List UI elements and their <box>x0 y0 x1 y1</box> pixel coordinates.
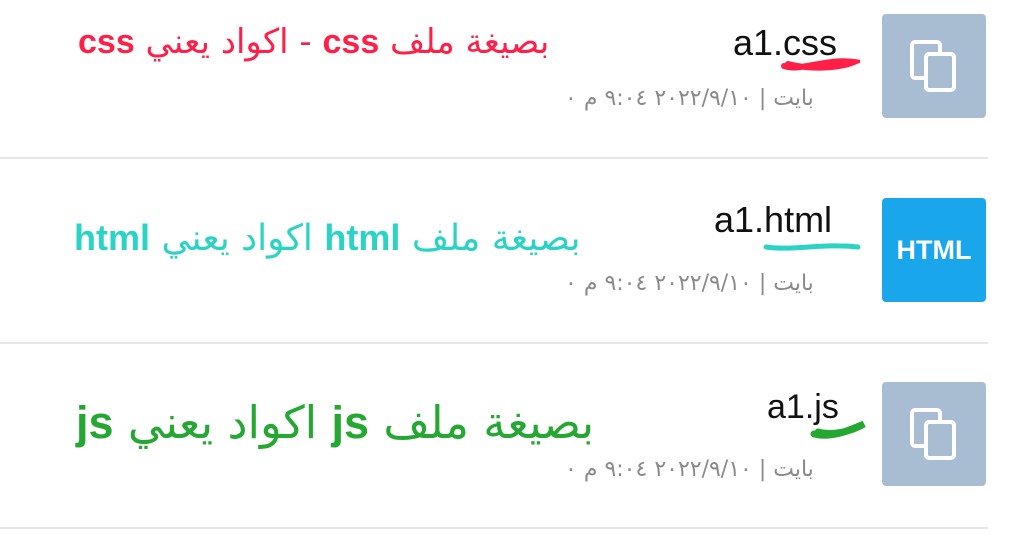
file-meta: ۰ بايت | ۲۰۲۲/۹/۱۰ ۹:۰٤ م <box>565 457 814 482</box>
html-icon-label: HTML <box>896 235 972 265</box>
annotation-html: html اكواد يعني html بصيغة ملف <box>74 217 581 259</box>
annotation-text: اكواد يعني <box>113 396 332 449</box>
annotation-text: اكواد يعني <box>150 218 325 259</box>
annotation-code: html <box>324 217 401 258</box>
annotation-code: css <box>78 23 135 61</box>
underline-mark <box>810 420 866 439</box>
annotation-text: بصيغة ملف <box>369 396 595 449</box>
file-name[interactable]: a1.html <box>714 199 832 241</box>
annotation-code: js <box>331 397 370 448</box>
annotation-text: اكواد يعني - <box>134 22 323 62</box>
document-icon <box>882 382 986 486</box>
annotation-js: js اكواد يعني js بصيغة ملف <box>76 396 594 449</box>
file-row-js[interactable]: a1.js ۰ بايت | ۲۰۲۲/۹/۱۰ ۹:۰٤ م js اكواد… <box>0 344 1024 527</box>
annotation-css: css اكواد يعني - css بصيغة ملف <box>78 22 549 62</box>
divider <box>0 527 988 529</box>
annotation-text: بصيغة ملف <box>400 218 581 259</box>
annotation-code: css <box>322 23 380 61</box>
underline-mark <box>781 58 860 71</box>
file-meta: ۰ بايت | ۲۰۲۲/۹/۱۰ ۹:۰٤ م <box>565 86 814 111</box>
annotation-text: بصيغة ملف <box>379 22 550 62</box>
file-row-html[interactable]: HTML a1.html ۰ بايت | ۲۰۲۲/۹/۱۰ ۹:۰٤ م h… <box>0 159 1024 342</box>
underline-mark <box>763 243 861 251</box>
html-icon: HTML <box>882 198 986 302</box>
document-icon <box>882 14 986 118</box>
annotation-code: js <box>76 397 114 448</box>
file-meta: ۰ بايت | ۲۰۲۲/۹/۱۰ ۹:۰٤ م <box>565 271 814 296</box>
file-row-css[interactable]: a1.css ۰ بايت | ۲۰۲۲/۹/۱۰ ۹:۰٤ م css اكو… <box>0 0 1024 158</box>
annotation-code: html <box>74 217 150 258</box>
